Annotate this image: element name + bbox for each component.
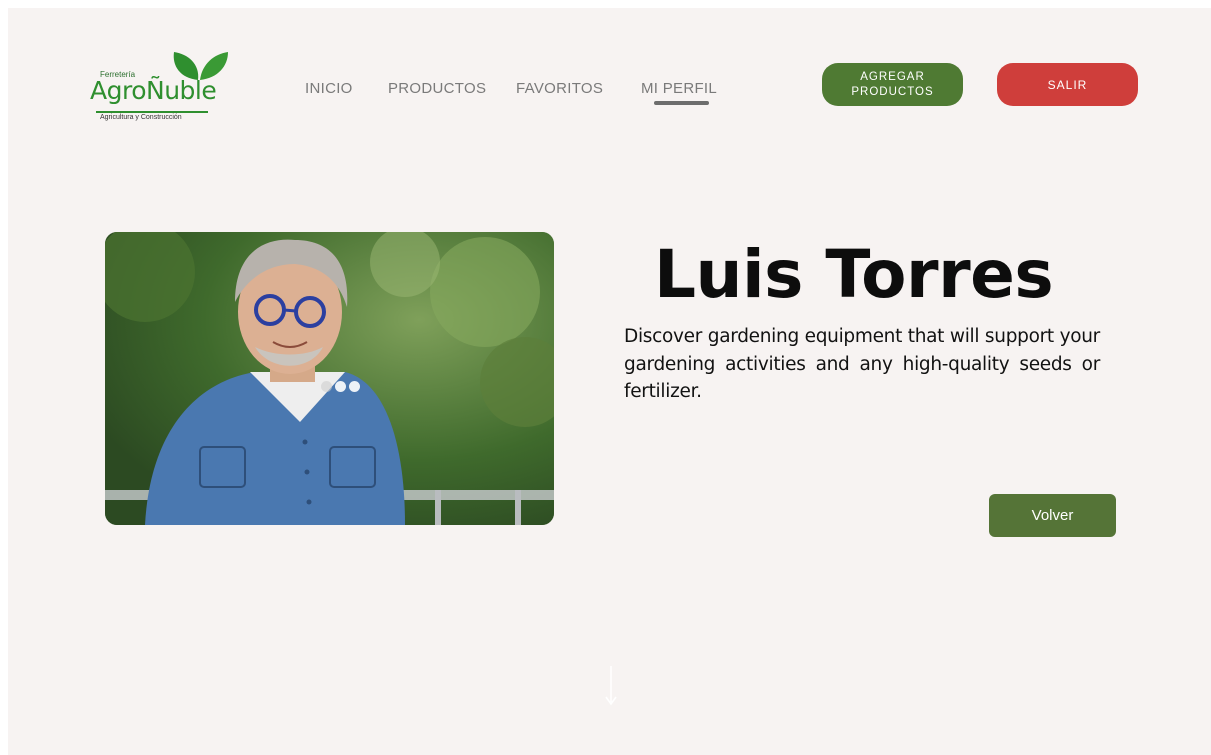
profile-name: Luis Torres	[654, 236, 1054, 313]
nav-item-mi-perfil[interactable]: MI PERFIL	[641, 80, 718, 105]
nav-item-mi-perfil-label: MI PERFIL	[641, 80, 718, 97]
exit-button[interactable]: SALIR	[997, 63, 1138, 106]
active-nav-indicator	[654, 101, 709, 105]
profile-photo	[105, 232, 554, 525]
logo[interactable]: Ferretería AgroÑuble Agricultura y Const…	[90, 48, 230, 124]
carousel-dots	[321, 381, 360, 392]
logo-brand: AgroÑuble	[90, 76, 217, 105]
logo-tagline: Agricultura y Construcción	[100, 114, 182, 121]
carousel-dot[interactable]	[349, 381, 360, 392]
profile-description: Discover gardening equipment that will s…	[624, 326, 1100, 402]
page: Ferretería AgroÑuble Agricultura y Const…	[8, 8, 1211, 755]
nav-item-productos[interactable]: PRODUCTOS	[388, 80, 486, 97]
add-products-button[interactable]: AGREGAR PRODUCTOS	[822, 63, 963, 106]
logo-underline	[96, 111, 208, 113]
arrow-down-icon[interactable]	[601, 664, 621, 708]
carousel-dot[interactable]	[335, 381, 346, 392]
exit-label: SALIR	[1047, 77, 1088, 92]
nav-item-inicio[interactable]: INICIO	[305, 80, 353, 97]
add-products-label: AGREGAR PRODUCTOS	[851, 70, 934, 98]
carousel-dot[interactable]	[321, 381, 332, 392]
nav-item-favoritos[interactable]: FAVORITOS	[516, 80, 603, 97]
back-button[interactable]: Volver	[989, 494, 1116, 537]
profile-photo-illustration	[105, 232, 554, 525]
back-label: Volver	[1031, 507, 1074, 524]
